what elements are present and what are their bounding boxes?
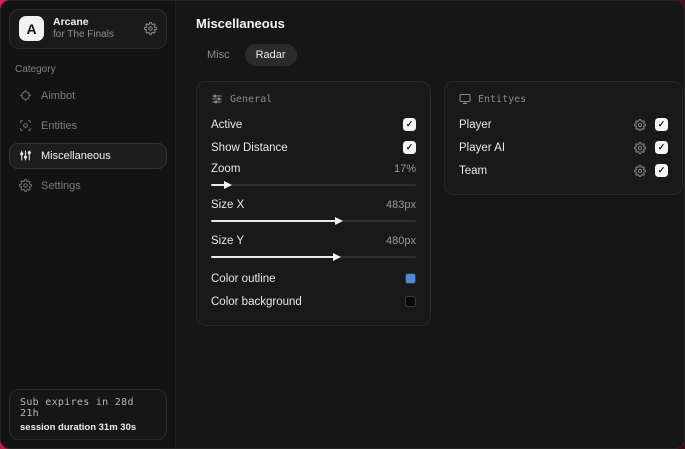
player-ai-gear-icon[interactable]: [634, 141, 646, 154]
toggle-row-active: Active ✓: [211, 113, 416, 136]
scan-icon: [19, 119, 32, 132]
panel-title: Entityes: [478, 93, 527, 105]
sidebar-item-miscellaneous[interactable]: Miscellaneous: [9, 142, 167, 169]
entity-label: Team: [459, 164, 488, 177]
color-label: Color background: [211, 295, 302, 308]
slider-label: Size X: [211, 199, 245, 211]
color-background-row: Color background: [211, 290, 416, 313]
zoom-slider[interactable]: [211, 180, 416, 189]
slider-value: 483px: [386, 199, 416, 211]
app-subtitle: for The Finals: [53, 29, 114, 41]
general-panel: General Active ✓ Show Distance ✓ Zoom 17…: [196, 81, 431, 326]
sidebar-item-label: Miscellaneous: [41, 149, 111, 162]
sliders-horizontal-icon: [211, 93, 223, 105]
session-duration-text: session duration 31m 30s: [20, 422, 137, 433]
category-label: Category: [15, 63, 56, 75]
monitor-icon: [459, 93, 471, 105]
app-logo: A: [19, 16, 44, 42]
entity-label: Player AI: [459, 141, 506, 154]
slider-label: Zoom: [211, 163, 241, 175]
slider-thumb[interactable]: [333, 252, 341, 261]
sidebar-item-entities[interactable]: Entities: [9, 113, 167, 139]
size-x-slider[interactable]: [211, 216, 416, 225]
toggle-label: Active: [211, 118, 243, 131]
sidebar-item-label: Aimbot: [41, 89, 76, 102]
size-x-slider-group: Size X 483px: [211, 195, 416, 225]
tab-bar: Misc Radar: [196, 44, 683, 66]
slider-value: 17%: [393, 163, 416, 175]
sidebar-item-label: Settings: [41, 179, 81, 192]
tab-misc[interactable]: Misc: [196, 44, 241, 66]
sidebar: A Arcane for The Finals Category Aimbot: [1, 1, 176, 448]
sliders-icon: [19, 149, 32, 162]
entity-row-player: Player ✓: [459, 113, 668, 136]
player-checkbox[interactable]: ✓: [655, 118, 668, 131]
player-gear-icon[interactable]: [634, 118, 646, 131]
app-window: A Arcane for The Finals Category Aimbot: [0, 0, 685, 449]
slider-thumb[interactable]: [335, 216, 344, 225]
zoom-slider-group: Zoom 17%: [211, 159, 416, 189]
slider-value: 480px: [386, 235, 416, 247]
size-y-slider[interactable]: [211, 252, 416, 261]
team-checkbox[interactable]: ✓: [655, 164, 668, 177]
gear-icon: [19, 179, 32, 193]
team-gear-icon[interactable]: [634, 164, 646, 177]
page-title: Miscellaneous: [196, 16, 285, 31]
main-content: Miscellaneous Misc Radar General Active …: [176, 1, 684, 448]
active-checkbox[interactable]: ✓: [403, 118, 416, 131]
sidebar-item-settings[interactable]: Settings: [9, 173, 167, 199]
slider-thumb[interactable]: [224, 180, 233, 189]
subscription-card: Sub expires in 28d 21h session duration …: [9, 389, 167, 440]
tab-radar[interactable]: Radar: [244, 44, 297, 66]
player-ai-checkbox[interactable]: ✓: [655, 141, 668, 154]
size-y-slider-group: Size Y 480px: [211, 231, 416, 261]
toggle-label: Show Distance: [211, 141, 288, 154]
color-outline-swatch[interactable]: [405, 273, 416, 284]
color-label: Color outline: [211, 272, 276, 285]
panel-title: General: [230, 93, 273, 105]
show-distance-checkbox[interactable]: ✓: [403, 141, 416, 154]
app-name: Arcane: [53, 16, 89, 28]
crosshair-icon: [19, 89, 32, 102]
entity-label: Player: [459, 118, 492, 131]
entity-row-player-ai: Player AI ✓: [459, 136, 668, 159]
sidebar-item-aimbot[interactable]: Aimbot: [9, 83, 167, 109]
sidebar-nav: Aimbot Entities Miscellaneous Settings: [9, 83, 167, 199]
toggle-row-show-distance: Show Distance ✓: [211, 136, 416, 159]
profile-gear-icon[interactable]: [144, 22, 157, 36]
color-background-swatch[interactable]: [405, 296, 416, 307]
profile-card: A Arcane for The Finals: [9, 9, 167, 49]
slider-label: Size Y: [211, 235, 245, 247]
color-outline-row: Color outline: [211, 267, 416, 290]
sidebar-item-label: Entities: [41, 119, 78, 132]
entity-row-team: Team ✓: [459, 159, 668, 182]
sub-expiry-text: Sub expires in 28d 21h: [20, 397, 134, 419]
entities-panel: Entityes Player ✓ Player AI ✓ Team ✓: [444, 81, 683, 195]
